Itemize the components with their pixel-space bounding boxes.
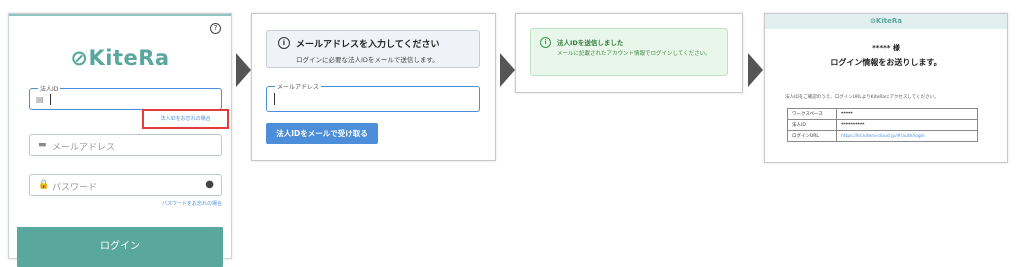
info-icon: i — [278, 37, 290, 49]
info-icon: i — [540, 37, 551, 48]
corporate-id-field[interactable]: 法人ID ▤ — [29, 84, 222, 110]
arrow-right-icon — [748, 53, 763, 87]
email-title: ログイン情報をお送りします。 — [830, 58, 942, 67]
eye-icon[interactable]: ● — [205, 179, 214, 190]
info-alert: i メールアドレスを入力してください ログインに必要な法人IDをメールで送信しま… — [266, 30, 480, 68]
table-value: ********** — [836, 119, 978, 131]
email-note: 法人IDをご確認のうえ、ログインURLよりKiteRaにアクセスしてください。 — [785, 95, 939, 100]
forgot-corporate-id-highlight: 法人IDをお忘れの場合 — [142, 109, 229, 129]
table-label: ログインURL — [787, 130, 837, 142]
table-row: 法人ID ********** — [787, 119, 978, 131]
arrow-right-icon — [236, 53, 251, 87]
login-button[interactable]: ログイン — [17, 227, 223, 267]
table-row: ワークスペース ***** — [787, 108, 978, 120]
forgot-corporate-id-link[interactable]: 法人IDをお忘れの場合 — [144, 111, 227, 127]
email-input[interactable]: メールアドレス — [266, 82, 480, 112]
success-title: 法人IDを送信しました — [557, 39, 624, 47]
text-caret — [50, 94, 51, 105]
table-label: ワークスペース — [787, 108, 837, 120]
email-header: ⊘KiteRa — [765, 14, 1007, 29]
request-panel: i メールアドレスを入力してください ログインに必要な法人IDをメールで送信しま… — [251, 13, 496, 161]
table-value: ***** — [836, 108, 978, 120]
success-body: メールに記載されたアカウント情報でログインしてください。 — [557, 51, 711, 57]
email-placeholder: メールアドレス — [52, 143, 116, 153]
info-title: メールアドレスを入力してください — [296, 40, 440, 50]
accent-line — [9, 14, 231, 16]
forgot-password-link[interactable]: パスワードをお忘れの場合 — [127, 200, 222, 207]
lock-icon: 🔒 — [38, 180, 50, 190]
login-url-link[interactable]: https://kt.kitera-cloud.jp/#/auth/login — [836, 130, 978, 142]
credentials-table: ワークスペース ***** 法人ID ********** ログインURL ht… — [787, 108, 978, 142]
building-icon: ▤ — [36, 95, 44, 104]
corporate-id-legend: 法人ID — [38, 84, 61, 93]
info-body: ログインに必要な法人IDをメールで送信します。 — [296, 56, 439, 64]
arrow-right-icon — [500, 53, 515, 87]
help-icon[interactable]: ? — [210, 23, 221, 34]
email-recipient: ***** 様 — [872, 44, 900, 52]
send-corporate-id-button[interactable]: 法人IDをメールで受け取る — [266, 123, 378, 144]
password-field[interactable]: 🔒 パスワード ● — [29, 174, 222, 196]
email-panel: ⊘KiteRa ***** 様 ログイン情報をお送りします。 法人IDをご確認の… — [764, 13, 1008, 163]
success-alert: i 法人IDを送信しました メールに記載されたアカウント情報でログインしてくださ… — [530, 28, 728, 76]
table-row: ログインURL https://kt.kitera-cloud.jp/#/aut… — [787, 130, 978, 142]
email-field[interactable]: ▬ メールアドレス — [29, 134, 222, 156]
text-caret — [274, 93, 275, 105]
result-panel: i 法人IDを送信しました メールに記載されたアカウント情報でログインしてくださ… — [515, 13, 743, 93]
mail-icon: ▬ — [38, 140, 47, 150]
table-label: 法人ID — [787, 119, 837, 131]
password-placeholder: パスワード — [52, 183, 98, 193]
login-panel: ? ⊘KiteRa 法人ID ▤ 法人IDをお忘れの場合 ▬ メールアドレス 🔒… — [8, 13, 232, 267]
email-legend: メールアドレス — [275, 82, 322, 91]
kitera-logo: ⊘KiteRa — [70, 46, 170, 70]
